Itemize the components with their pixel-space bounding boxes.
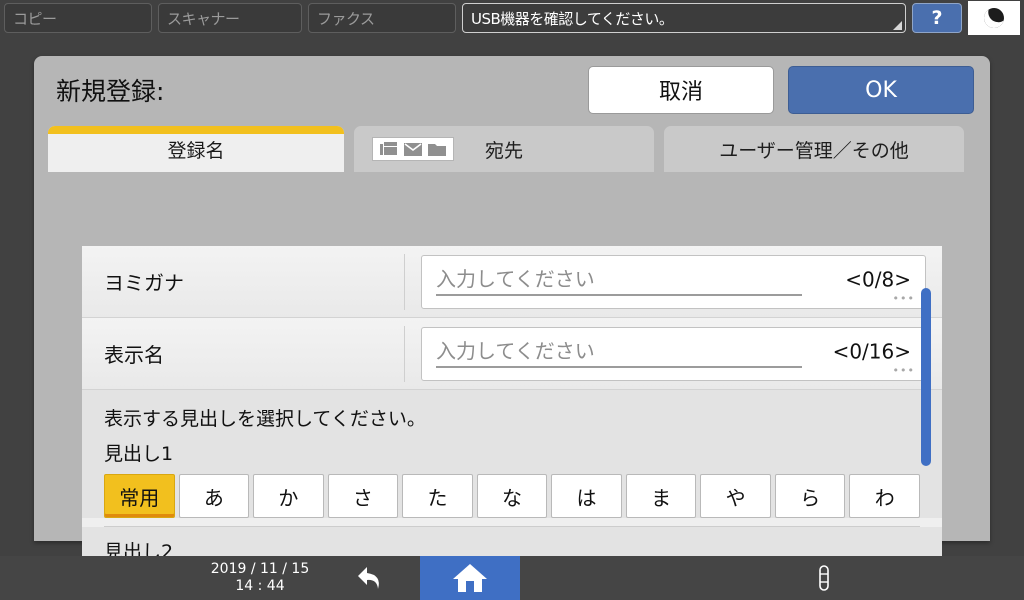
tab-user-management[interactable]: ユーザー管理／その他 [664,126,964,172]
app-tab-scanner-label: スキャナー [167,9,240,28]
yomigana-label: ヨミガナ [104,271,184,295]
heading1-option-8[interactable]: や [700,474,771,518]
fax-icon [380,142,397,155]
field-divider [404,325,405,382]
field-divider [404,253,405,310]
dialog-tab-bar: 登録名 宛先 ユーザー管理／その他 [48,124,976,172]
cancel-button[interactable]: 取消 [588,66,774,114]
heading1-option-label: ま [651,485,672,510]
heading1-option-label: さ [352,485,373,510]
heading1-option-7[interactable]: ま [625,474,697,518]
app-tab-fax[interactable]: ファクス [308,3,456,33]
heading1-option-label: わ [874,485,895,510]
heading1-option-10[interactable]: わ [849,474,921,518]
heading1-option-label: あ [203,485,224,510]
folder-icon [428,143,446,156]
heading1-label: 見出し1 [104,443,174,465]
cancel-label: 取消 [658,80,703,105]
heading1-option-row: 常用 あ か さ た な は ま や ら わ [104,474,921,518]
app-tab-scanner[interactable]: スキャナー [158,3,302,33]
toner-status-icon [819,565,829,591]
top-app-bar: コピー スキャナー ファクス USB機器を確認してください。 ? [0,0,1024,36]
destination-icon-group [372,137,454,161]
tab-destination[interactable]: 宛先 [354,126,654,172]
status-message-text: USB機器を確認してください。 [471,9,674,28]
resize-corner-icon [893,21,902,30]
yomigana-underline [436,293,802,296]
help-label: ? [931,7,943,29]
registration-name-panel: ヨミガナ 入力してください <0/8> ••• 表示名 入力してください <0/… [82,246,942,596]
heading1-option-1[interactable]: あ [178,474,250,518]
help-button[interactable]: ? [912,3,962,33]
display-name-input[interactable]: 入力してください <0/16> ••• [421,326,926,381]
yomigana-counter: <0/8> [845,267,911,292]
display-name-overflow-dots: ••• [892,363,915,377]
mail-icon [404,142,422,156]
content-scrollbar[interactable] [920,254,932,588]
app-tab-fax-label: ファクス [317,9,375,28]
heading1-option-label: た [427,485,448,510]
app-tab-copy[interactable]: コピー [4,3,152,33]
printer-panel-screen: コピー スキャナー ファクス USB機器を確認してください。 ? 新規登録: 取… [0,0,1024,600]
app-tab-copy-label: コピー [13,9,57,28]
heading1-option-label: は [576,485,597,510]
display-name-underline [436,365,802,368]
display-name-label: 表示名 [104,343,164,367]
scrollbar-thumb[interactable] [921,288,931,466]
heading1-option-0[interactable]: 常用 [104,474,175,518]
tab-registration-name[interactable]: 登録名 [48,126,344,172]
field-row-display-name: 表示名 入力してください <0/16> ••• [82,318,942,390]
heading1-option-label: や [725,485,746,510]
sleep-mode-button[interactable] [968,1,1020,35]
tab-destination-label: 宛先 [484,139,523,162]
ok-button[interactable]: OK [788,66,974,114]
home-icon [453,564,487,592]
crescent-moon-icon [981,5,1007,31]
status-message-bar[interactable]: USB機器を確認してください。 [462,3,906,33]
heading1-option-label: な [502,485,522,510]
display-name-counter: <0/16> [832,339,911,364]
heading1-option-label: 常用 [119,485,160,510]
heading1-option-4[interactable]: た [402,474,473,518]
ok-label: OK [865,77,897,103]
page-title: 新規登録: [56,77,165,106]
bottom-navigation-bar: 2019 / 11 / 15 14 : 44 [0,556,1024,600]
datetime-display: 2019 / 11 / 15 14 : 44 [200,561,320,595]
yomigana-input[interactable]: 入力してください <0/8> ••• [421,254,926,309]
home-button[interactable] [420,556,520,600]
new-registration-dialog: 新規登録: 取消 OK 登録名 宛先 ユーザー管理／その他 ヨミガナ 入力してく… [34,56,990,596]
yomigana-placeholder: 入力してください [436,267,595,291]
date-text: 2019 / 11 / 15 [210,561,310,577]
display-name-placeholder: 入力してください [436,339,595,363]
heading1-option-3[interactable]: さ [327,474,399,518]
back-arrow-icon [358,567,379,589]
field-row-yomigana: ヨミガナ 入力してください <0/8> ••• [82,246,942,318]
heading1-option-2[interactable]: か [253,474,324,518]
heading1-option-label: ら [800,485,821,510]
toner-status-button[interactable] [764,564,884,592]
heading1-option-label: か [278,485,299,510]
yomigana-overflow-dots: ••• [892,291,915,305]
heading1-option-9[interactable]: ら [774,474,846,518]
dialog-header: 新規登録: 取消 OK [34,56,990,124]
heading1-option-5[interactable]: な [476,474,548,518]
tab-registration-name-label: 登録名 [167,139,225,162]
heading1-option-6[interactable]: は [551,474,622,518]
back-button[interactable] [320,556,420,600]
heading-selection-section: 表示する見出しを選択してください。 見出し1 常用 あ か さ た な は ま や ら わ [82,390,942,518]
heading-instruction: 表示する見出しを選択してください。 [104,408,426,430]
time-text: 14 : 44 [235,578,285,594]
tab-user-management-label: ユーザー管理／その他 [719,139,909,162]
